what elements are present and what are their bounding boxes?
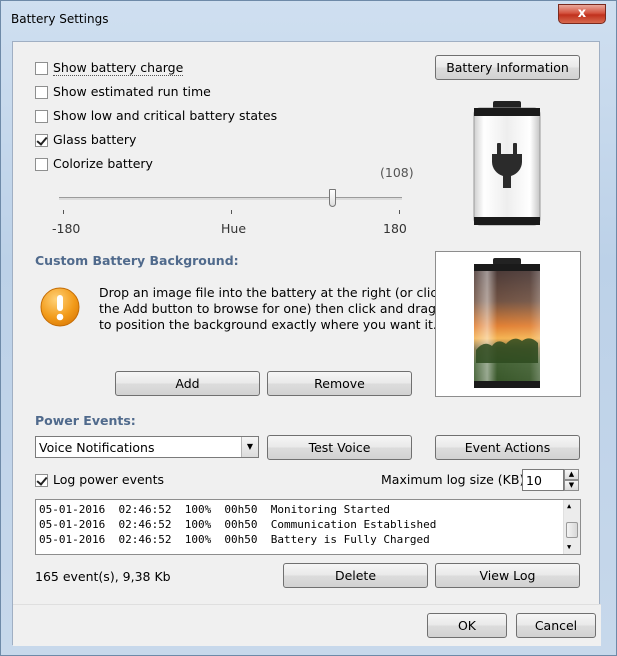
log-entry: 05-01-2016 02:46:52 100% 00h50 Communica… <box>39 518 437 531</box>
max-log-size-value: 10 <box>526 473 542 488</box>
show-run-time-label[interactable]: Show estimated run time <box>53 84 211 99</box>
battery-plug-icon <box>468 98 548 228</box>
hue-tick-max <box>399 210 400 214</box>
show-battery-charge-checkbox[interactable] <box>35 62 48 75</box>
warning-icon <box>39 286 81 328</box>
hue-min-label: -180 <box>52 221 81 236</box>
show-run-time-checkbox[interactable] <box>35 86 48 99</box>
log-power-events-checkbox[interactable] <box>35 474 48 487</box>
show-low-states-checkbox[interactable] <box>35 110 48 123</box>
colorize-battery-label[interactable]: Colorize battery <box>53 156 153 171</box>
hue-tick-min <box>63 210 64 214</box>
custom-background-description-line3: to position the background exactly where… <box>99 317 437 332</box>
test-voice-button[interactable]: Test Voice <box>267 435 412 460</box>
glass-battery-label[interactable]: Glass battery <box>53 132 136 147</box>
battery-information-button[interactable]: Battery Information <box>435 55 580 80</box>
scroll-thumb[interactable] <box>566 522 578 538</box>
dialog-footer: OK Cancel <box>13 604 601 646</box>
scroll-up-icon[interactable]: ▲ <box>567 502 571 510</box>
delete-log-button[interactable]: Delete <box>283 563 428 588</box>
custom-background-title: Custom Battery Background: <box>35 253 239 268</box>
window-title: Battery Settings <box>11 12 109 26</box>
hue-tick-mid <box>231 210 232 214</box>
log-entry: 05-01-2016 02:46:52 100% 00h50 Monitorin… <box>39 503 390 516</box>
remove-button[interactable]: Remove <box>267 371 412 396</box>
hue-value-display: (108) <box>380 165 414 180</box>
log-scrollbar[interactable]: ▲ ▼ <box>563 500 580 554</box>
hue-max-label: 180 <box>383 221 407 236</box>
event-count-status: 165 event(s), 9,38 Kb <box>35 569 171 584</box>
log-entry: 05-01-2016 02:46:52 100% 00h50 Battery i… <box>39 533 430 546</box>
colorize-battery-checkbox[interactable] <box>35 158 48 171</box>
show-low-states-label[interactable]: Show low and critical battery states <box>53 108 277 123</box>
custom-background-description-line2: the Add button to browse for one) then c… <box>99 301 436 316</box>
voice-notifications-value: Voice Notifications <box>39 440 155 455</box>
spin-up-icon[interactable]: ▲ <box>564 469 579 480</box>
ok-button[interactable]: OK <box>427 613 507 638</box>
spin-down-icon[interactable]: ▼ <box>564 480 579 491</box>
event-actions-button[interactable]: Event Actions <box>435 435 580 460</box>
dialog-client-area: Show battery charge Show estimated run t… <box>12 41 601 646</box>
power-event-log[interactable]: 05-01-2016 02:46:52 100% 00h50 Monitorin… <box>35 499 581 555</box>
close-button[interactable]: x <box>558 4 606 24</box>
hue-mid-label: Hue <box>221 221 247 236</box>
glass-battery-checkbox[interactable] <box>35 134 48 147</box>
battery-background-preview[interactable] <box>435 251 581 397</box>
max-log-size-input[interactable]: 10 <box>522 469 564 491</box>
voice-notifications-select[interactable]: Voice Notifications ▼ <box>35 436 259 458</box>
view-log-button[interactable]: View Log <box>435 563 580 588</box>
cancel-button[interactable]: Cancel <box>516 613 596 638</box>
battery-sunset-preview <box>474 258 540 388</box>
hue-slider-track[interactable] <box>59 197 402 200</box>
add-button[interactable]: Add <box>115 371 260 396</box>
chevron-down-icon[interactable]: ▼ <box>241 437 258 457</box>
hue-slider-thumb[interactable] <box>328 189 336 207</box>
custom-background-description-line1: Drop an image file into the battery at t… <box>99 285 445 300</box>
max-log-size-label: Maximum log size (KB): <box>381 472 529 487</box>
power-events-title: Power Events: <box>35 413 136 428</box>
scroll-down-icon[interactable]: ▼ <box>567 543 571 551</box>
log-power-events-label[interactable]: Log power events <box>53 472 164 487</box>
title-bar[interactable]: Battery Settings x <box>1 1 616 35</box>
show-battery-charge-label[interactable]: Show battery charge <box>53 60 184 76</box>
battery-settings-window: Battery Settings x Show battery charge S… <box>0 0 617 656</box>
